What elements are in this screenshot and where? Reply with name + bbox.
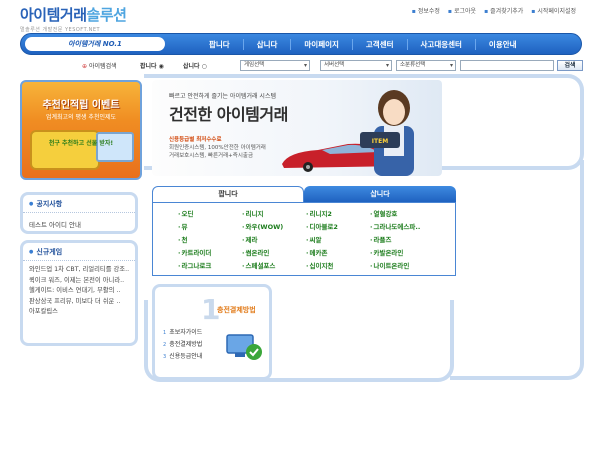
computer-icon	[96, 132, 134, 162]
logo-subtitle: 멀솔루션 개발전문 YESOFT.NET	[20, 27, 101, 33]
banner-feature-1: 신용등급별 최저수수료	[169, 137, 222, 143]
referral-event-banner[interactable]: 추천인적립 이벤트 업계최고의 평생 추천인제도 천구 추천하고 선물 받자!	[20, 80, 142, 180]
nav-item-buy[interactable]: 삽니다	[242, 38, 291, 50]
game-link[interactable]: 리니지	[242, 209, 306, 219]
payment-guide-box: 1 충전결제방법 1 초보자가이드 2 충전결제방법 3 신용등급안내	[152, 284, 272, 380]
banner-tagline: 빠르고 안전하게 즐기는 아이템거래 시스템	[169, 93, 276, 100]
game-link[interactable]: 열혈강호	[370, 209, 434, 219]
radio-sell[interactable]: 팝니다 ◉	[140, 61, 164, 70]
game-link[interactable]: 메카존	[306, 248, 370, 258]
new-games-list: 와인드업 1차 CBT, 리얼리티를 강조.. 퀵이크 워즈, 이제는 본전이 …	[23, 261, 135, 322]
add-favorite-link[interactable]: 즐겨찾기추가	[484, 6, 523, 15]
nav-brand[interactable]: 아이템거래 NO.1	[25, 37, 165, 51]
game-link[interactable]: 나이트온라인	[370, 261, 434, 271]
game-list-panel: 오딘리니지리니지2열혈강호뮤와우(WOW)디아블로2그라나도에스파.. 천제라씨알…	[152, 202, 456, 276]
nav-item-incident-center[interactable]: 사고대응센터	[406, 38, 475, 50]
logo-text-accent: 솔루션	[86, 6, 127, 24]
game-link[interactable]: 씨알	[306, 235, 370, 245]
search-input[interactable]	[460, 60, 554, 71]
banner-feature-3: 거래보호시스템, 빠른거래+즉시출금	[169, 153, 254, 159]
server-select[interactable]: 서버선택	[320, 60, 392, 71]
trade-tabs: 팝니다 삽니다	[152, 186, 456, 202]
category-select[interactable]: 소분류선택	[396, 60, 456, 71]
site-logo[interactable]: 아이템거래솔루션 멀솔루션 개발전문 YESOFT.NET	[20, 4, 127, 33]
nav-item-mypage[interactable]: 마이페이지	[290, 38, 352, 50]
nav-menu: 팝니다 삽니다 마이페이지 고객센터 사고대응센터 이용안내	[196, 34, 530, 54]
radio-buy-icon: ○	[201, 63, 207, 70]
game-link[interactable]: 그라나도에스파..	[370, 222, 434, 232]
game-link[interactable]: 스페셜포스	[242, 261, 306, 271]
banner-feature-2: 회원인증시스템, 100%안전한 아이템거래	[169, 145, 266, 151]
event-gift-text: 천구 추천하고 선물 받자!	[48, 140, 114, 147]
game-link[interactable]: 천	[178, 235, 242, 245]
game-link[interactable]: 뮤	[178, 222, 242, 232]
game-link[interactable]: 라그나로크	[178, 261, 242, 271]
main-promo-banner[interactable]: 빠르고 안전하게 즐기는 아이템거래 시스템 건전한 아이템거래 신용등급별 최…	[152, 80, 442, 176]
monitor-check-icon	[226, 334, 262, 360]
payment-title[interactable]: 충전결제방법	[217, 305, 256, 315]
nav-item-support[interactable]: 고객센터	[351, 38, 407, 50]
game-link[interactable]: 라플즈	[370, 235, 434, 245]
radio-sell-icon: ◉	[158, 63, 164, 70]
list-item[interactable]: 퀵이크 워즈, 이제는 본전이 아니라..	[29, 276, 129, 287]
list-item[interactable]: 와인드업 1차 CBT, 리얼리티를 강조..	[29, 265, 129, 276]
event-title: 추천인적립 이벤트	[42, 100, 120, 111]
game-link[interactable]: 십이지천	[306, 261, 370, 271]
game-select[interactable]: 게임선택	[240, 60, 310, 71]
banner-title: 건전한 아이템거래	[169, 105, 288, 124]
svg-text:ITEM: ITEM	[372, 138, 388, 145]
game-list: 오딘리니지리니지2열혈강호뮤와우(WOW)디아블로2그라나도에스파.. 천제라씨알…	[178, 209, 434, 271]
game-link[interactable]: 썸온라인	[242, 248, 306, 258]
game-link[interactable]: 와우(WOW)	[242, 222, 306, 232]
nav-item-guide[interactable]: 이용안내	[474, 38, 530, 50]
logout-link[interactable]: 로그아웃	[448, 6, 476, 15]
new-games-box: 신규게임 와인드업 1차 CBT, 리얼리티를 강조.. 퀵이크 워즈, 이제는…	[20, 240, 138, 346]
guide-link-credit[interactable]: 3 신용등급안내	[163, 351, 202, 363]
notice-item[interactable]: 테스트 아이디 안내	[23, 213, 135, 235]
game-link[interactable]: 카발온라인	[370, 248, 434, 258]
new-games-title[interactable]: 신규게임	[23, 243, 135, 261]
game-link[interactable]: 카트라이더	[178, 248, 242, 258]
character-illustration: ITEM	[360, 90, 414, 176]
event-subtitle: 업계최고의 평생 추천인제도	[45, 114, 117, 121]
search-label: 아이템검색	[82, 61, 117, 70]
radio-buy[interactable]: 삽니다 ○	[183, 61, 207, 70]
list-item[interactable]: 헬게이트: 이비스 연대기, 부활의 ..	[29, 286, 129, 297]
gift-box-icon	[30, 130, 100, 170]
tab-sell[interactable]: 팝니다	[152, 186, 304, 202]
nav-item-sell[interactable]: 팝니다	[196, 39, 243, 50]
payment-guide-list: 1 초보자가이드 2 충전결제방법 3 신용등급안내	[163, 327, 202, 363]
game-link[interactable]: 제라	[242, 235, 306, 245]
search-button[interactable]: 검색	[557, 60, 583, 71]
decorative-frame	[450, 160, 584, 380]
list-item[interactable]: 판상삼국 프리뷰, 미보다 더 쉬운 ..	[29, 297, 129, 308]
main-nav: 아이템거래 NO.1 팝니다 삽니다 마이페이지 고객센터 사고대응센터 이용안…	[20, 33, 582, 55]
item-search-bar: 아이템검색 팝니다 ◉ 삽니다 ○ 게임선택 서버선택 소분류선택 검색	[0, 60, 600, 74]
set-homepage-link[interactable]: 시작페이지설정	[531, 6, 576, 15]
notice-box: 공지사항 테스트 아이디 안내	[20, 192, 138, 234]
top-links: 정보수정 로그아웃 즐겨찾기추가 시작페이지설정	[412, 6, 576, 15]
guide-link-payment[interactable]: 2 충전결제방법	[163, 339, 202, 351]
list-item[interactable]: 아포칼립스	[29, 307, 129, 318]
guide-link-beginner[interactable]: 1 초보자가이드	[163, 327, 202, 339]
notice-title[interactable]: 공지사항	[23, 195, 135, 213]
game-link[interactable]: 오딘	[178, 209, 242, 219]
game-link[interactable]: 디아블로2	[306, 222, 370, 232]
edit-profile-link[interactable]: 정보수정	[412, 6, 440, 15]
tab-buy[interactable]: 삽니다	[304, 186, 456, 202]
logo-text-main: 아이템거래	[20, 6, 87, 24]
game-link[interactable]: 리니지2	[306, 209, 370, 219]
